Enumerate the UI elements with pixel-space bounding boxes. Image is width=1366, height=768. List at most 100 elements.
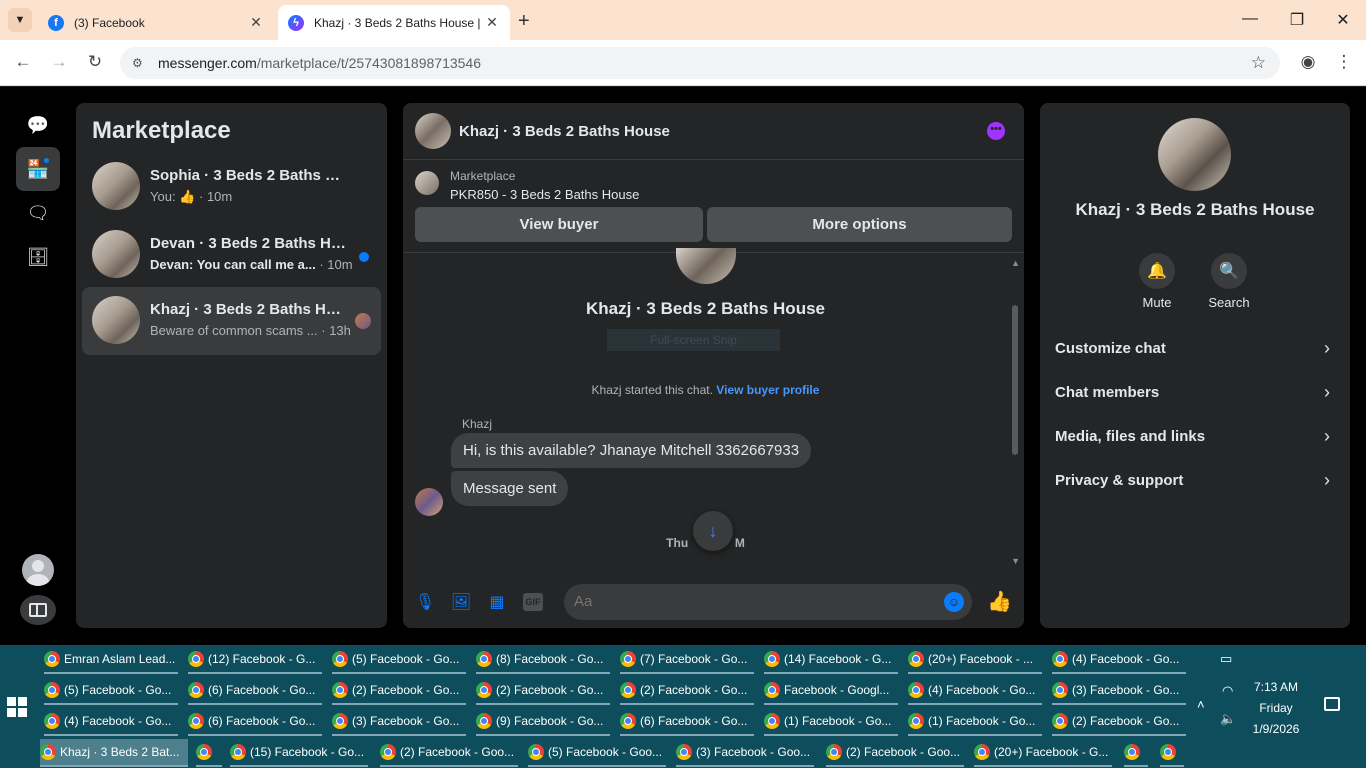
view-buyer-button[interactable]: View buyer (415, 207, 703, 242)
taskbar-item[interactable]: (6) Facebook - Go... (188, 708, 322, 736)
profile-icon[interactable]: ◉ (1297, 52, 1319, 72)
taskbar-item[interactable]: (14) Facebook - G... (764, 646, 898, 674)
forward-arrow-icon[interactable]: → (48, 52, 70, 72)
taskbar-item[interactable]: (1) Facebook - Go... (764, 708, 898, 736)
message-input[interactable] (564, 584, 972, 620)
chevron-up-icon[interactable]: ˄ (1197, 697, 1205, 712)
more-options-button[interactable]: More options (707, 207, 1012, 242)
taskbar-item[interactable]: (2) Facebook - Goo... (826, 739, 964, 767)
scroll-up-arrow-icon[interactable]: ▲ (1011, 258, 1020, 268)
taskbar-item[interactable]: (3) Facebook - Go... (332, 708, 466, 736)
scroll-to-bottom-icon[interactable]: ↓ (693, 511, 733, 551)
window-close-icon[interactable]: ✕ (1333, 10, 1353, 30)
minimize-icon[interactable]: — (1240, 10, 1260, 28)
system-clock[interactable]: 7:13 AM Friday 1/9/2026 (1240, 677, 1312, 740)
toggle-sidebar-icon[interactable] (20, 595, 56, 625)
taskbar-item[interactable]: (1) Facebook - Go... (908, 708, 1042, 736)
address-bar[interactable]: ⚙ messenger.com/marketplace/t/2574308189… (120, 47, 1280, 79)
reload-icon[interactable]: ↻ (84, 52, 106, 72)
message-bubble[interactable]: Hi, is this available? Jhanaye Mitchell … (451, 433, 812, 468)
conversation-khazj[interactable]: Khazj · 3 Beds 2 Baths House Beware of c… (82, 287, 381, 355)
windows-start-icon[interactable] (7, 697, 27, 717)
taskbar-item[interactable]: (20+) Facebook - ... (908, 646, 1042, 674)
tab-search-chevron-icon[interactable]: ▼ (8, 8, 32, 32)
taskbar-item[interactable] (196, 739, 222, 767)
customize-chat-row[interactable]: Customize chat › (1048, 329, 1342, 369)
battery-icon[interactable]: ▭ (1220, 651, 1232, 667)
site-settings-icon[interactable]: ⚙ (132, 56, 148, 70)
taskbar-item[interactable]: (2) Facebook - Go... (1052, 708, 1186, 736)
taskbar-item[interactable]: (2) Facebook - Go... (476, 677, 610, 705)
image-icon[interactable]: 🖼 (450, 591, 472, 613)
taskbar-item-label: (1) Facebook - Go... (928, 714, 1036, 728)
taskbar-item[interactable]: (7) Facebook - Go... (620, 646, 754, 674)
close-icon[interactable]: ✕ (248, 14, 264, 31)
taskbar-item-active[interactable]: Khazj · 3 Beds 2 Bat... (40, 739, 188, 767)
privacy-support-row[interactable]: Privacy & support › (1048, 461, 1342, 501)
app-icon (196, 744, 212, 760)
taskbar-item[interactable]: (20+) Facebook - G... (974, 739, 1112, 767)
kebab-menu-icon[interactable]: ⋮ (1333, 52, 1355, 72)
conversation-devan[interactable]: Devan · 3 Beds 2 Baths House Devan: You … (82, 221, 381, 289)
scrollbar-thumb[interactable] (1012, 305, 1018, 455)
chrome-icon (44, 651, 60, 667)
volume-icon[interactable]: 🔈 (1220, 711, 1236, 727)
notification-center-icon[interactable] (1324, 697, 1340, 711)
requests-icon[interactable]: 🗨 (16, 191, 60, 235)
thumbs-up-icon[interactable]: 👍 (987, 589, 1012, 614)
avatar[interactable] (415, 113, 451, 149)
listing-thumbnail[interactable] (415, 171, 439, 195)
taskbar-item[interactable]: (15) Facebook - Go... (230, 739, 368, 767)
taskbar-item[interactable]: (2) Facebook - Goo... (380, 739, 518, 767)
chat-title[interactable]: Khazj · 3 Beds 2 Baths House (459, 123, 670, 140)
taskbar-item[interactable]: (4) Facebook - Go... (44, 708, 178, 736)
taskbar-item[interactable]: (5) Facebook - Goo... (528, 739, 666, 767)
more-options-icon[interactable]: ••• (987, 122, 1005, 140)
taskbar-item[interactable]: (12) Facebook - G... (188, 646, 322, 674)
taskbar-item[interactable]: (8) Facebook - Go... (476, 646, 610, 674)
gif-icon[interactable]: GIF (523, 593, 543, 611)
new-tab-plus-icon[interactable]: + (518, 10, 530, 33)
search-button[interactable]: 🔍 Search (1199, 253, 1259, 310)
emoji-icon[interactable]: ☺ (944, 592, 964, 612)
restore-icon[interactable]: ❐ (1287, 10, 1307, 30)
mute-button[interactable]: 🔔 Mute (1127, 253, 1187, 310)
taskbar-item[interactable]: (3) Facebook - Goo... (676, 739, 814, 767)
archive-icon[interactable]: 🗄 (16, 235, 60, 279)
taskbar-item[interactable]: (9) Facebook - Go... (476, 708, 610, 736)
chats-icon[interactable]: 💬 (16, 103, 60, 147)
listing-price[interactable]: PKR850 - 3 Beds 2 Baths House (450, 187, 639, 202)
taskbar-item[interactable]: Facebook - Googl... (764, 677, 898, 705)
avatar[interactable] (415, 488, 443, 516)
avatar[interactable] (22, 554, 54, 586)
taskbar-item[interactable]: (2) Facebook - Go... (332, 677, 466, 705)
media-files-links-row[interactable]: Media, files and links › (1048, 417, 1342, 457)
taskbar-item[interactable] (1124, 739, 1148, 767)
close-icon[interactable]: ✕ (484, 14, 500, 31)
taskbar-item[interactable]: (4) Facebook - Go... (908, 677, 1042, 705)
tab-messenger[interactable]: ϟ Khazj · 3 Beds 2 Baths House | Messeng… (278, 5, 510, 40)
taskbar-item[interactable]: (6) Facebook - Go... (620, 708, 754, 736)
taskbar-item[interactable]: (6) Facebook - Go... (188, 677, 322, 705)
microphone-icon[interactable]: 🎙 (414, 591, 436, 613)
scroll-down-arrow-icon[interactable]: ▼ (1011, 556, 1020, 566)
marketplace-icon[interactable]: 🏪 (16, 147, 60, 191)
tab-facebook[interactable]: f (3) Facebook ✕ (38, 5, 274, 40)
conversation-name: Sophia · 3 Beds 2 Baths House (150, 167, 350, 184)
wifi-icon[interactable]: ◠ (1222, 683, 1233, 699)
taskbar-item[interactable]: (5) Facebook - Go... (44, 677, 178, 705)
message-bubble[interactable]: Message sent (451, 471, 569, 506)
taskbar-item[interactable]: (4) Facebook - Go... (1052, 646, 1186, 674)
bookmark-star-icon[interactable]: ☆ (1251, 53, 1266, 73)
taskbar-item[interactable]: (2) Facebook - Go... (620, 677, 754, 705)
chat-members-row[interactable]: Chat members › (1048, 373, 1342, 413)
sticker-icon[interactable]: ▦ (486, 591, 508, 613)
taskbar-item[interactable] (1160, 739, 1184, 767)
conversation-sophia[interactable]: Sophia · 3 Beds 2 Baths House You: 👍 · 1… (82, 153, 381, 221)
view-buyer-profile-link[interactable]: View buyer profile (716, 383, 819, 397)
taskbar-item[interactable]: (5) Facebook - Go... (332, 646, 466, 674)
avatar[interactable] (1158, 118, 1231, 191)
taskbar-item[interactable]: Emran Aslam Lead... (44, 646, 178, 674)
taskbar-item[interactable]: (3) Facebook - Go... (1052, 677, 1186, 705)
back-arrow-icon[interactable]: ← (12, 52, 34, 72)
